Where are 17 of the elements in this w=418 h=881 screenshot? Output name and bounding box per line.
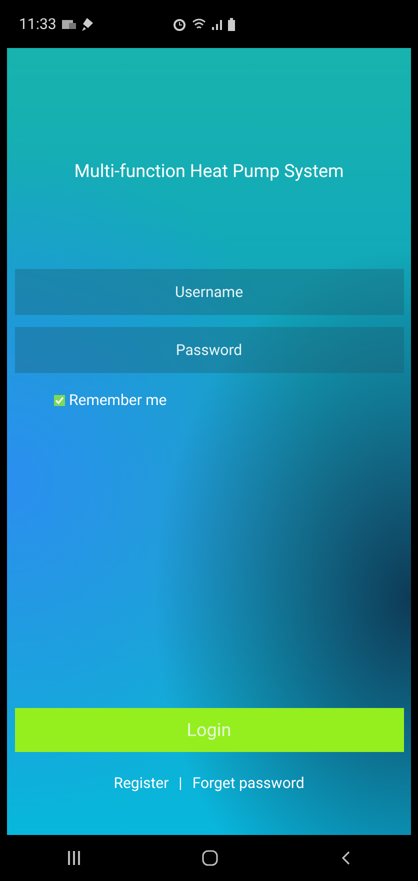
pin-icon xyxy=(82,18,94,30)
link-separator: | xyxy=(178,774,182,792)
remember-label: Remember me xyxy=(69,391,167,409)
forgot-password-link[interactable]: Forget password xyxy=(192,774,304,792)
home-icon[interactable] xyxy=(202,850,218,866)
signal-icon xyxy=(212,18,222,30)
alarm-icon xyxy=(173,18,186,30)
register-link[interactable]: Register xyxy=(114,774,169,792)
back-icon[interactable] xyxy=(340,851,350,865)
login-button[interactable]: Login xyxy=(14,708,404,752)
app-title: Multi-function Heat Pump System xyxy=(74,161,344,182)
recent-apps-icon[interactable] xyxy=(68,851,80,865)
battery-icon xyxy=(228,18,236,30)
status-time: 11:33 xyxy=(19,15,56,33)
remember-checkbox[interactable] xyxy=(54,394,65,406)
wifi-icon xyxy=(192,18,206,30)
message-icon xyxy=(62,18,76,30)
